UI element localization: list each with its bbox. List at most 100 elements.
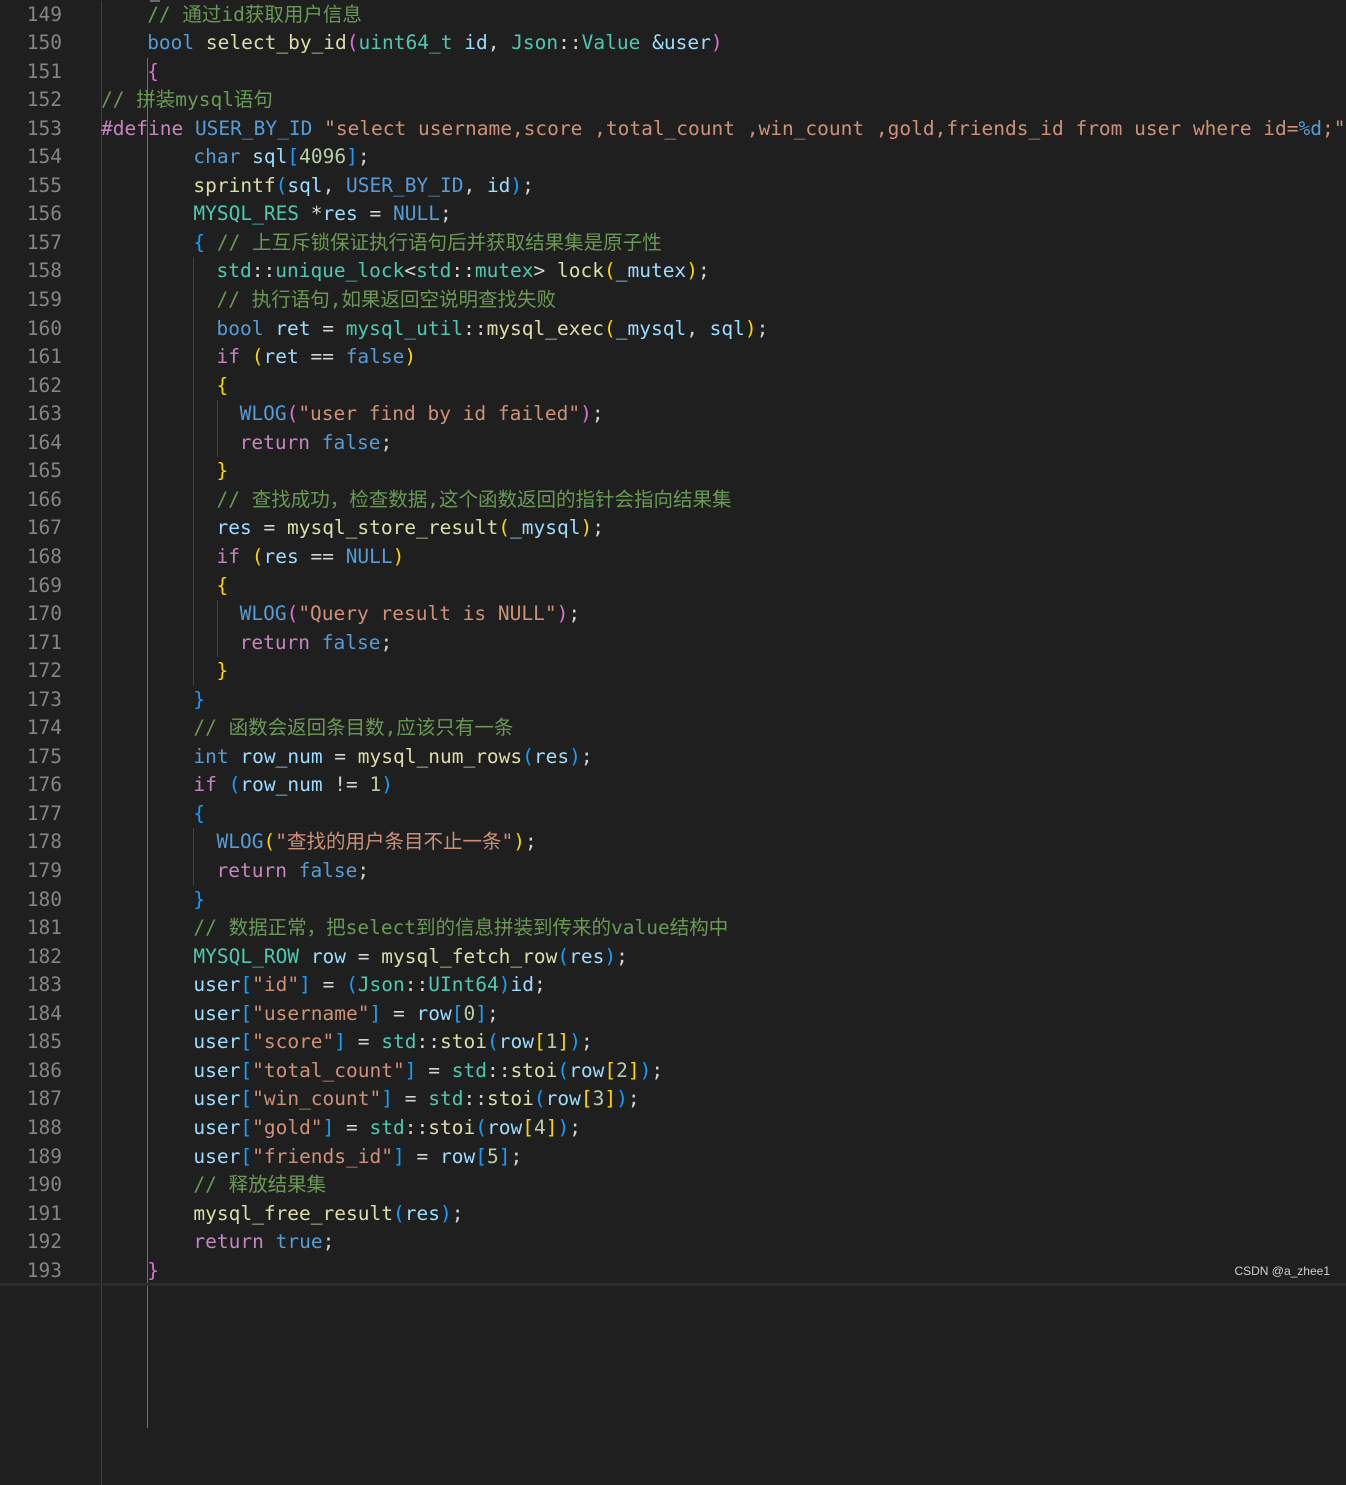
code-token: // 上互斥锁保证执行语句后并获取结果集是原子性 (217, 231, 662, 254)
code-token: sprintf (193, 174, 275, 197)
code-token: std (370, 1116, 405, 1139)
code-text: WLOG("Query result is NULL"); (240, 600, 581, 629)
code-token: } (193, 688, 205, 711)
code-line: 156MYSQL_RES *res = NULL; (0, 200, 1346, 229)
code-token: ; (581, 1030, 593, 1053)
code-editor[interactable]: 149// 通过id获取用户信息150bool select_by_id(uin… (0, 0, 1346, 1286)
code-text: std::unique_lock<std::mutex> lock(_mutex… (217, 257, 710, 286)
code-text: { (147, 58, 159, 87)
code-token: == (299, 345, 346, 368)
code-token (240, 545, 252, 568)
code-token: ; (487, 1002, 499, 1025)
code-token: ] (346, 145, 358, 168)
code-token: UInt64 (428, 973, 498, 996)
code-token: %d (1299, 117, 1322, 140)
code-token: id (464, 31, 487, 54)
code-line: 166// 查找成功，检查数据,这个函数返回的指针会指向结果集 (0, 486, 1346, 515)
code-text: WLOG("查找的用户条目不止一条"); (217, 828, 537, 857)
code-token: = (416, 1059, 451, 1082)
code-line: 152// 拼装mysql语句 (0, 86, 1346, 115)
code-token: user (193, 1002, 240, 1025)
code-text: user["id"] = (Json::UInt64)id; (193, 971, 545, 1000)
code-token: ; (381, 631, 393, 654)
line-number: 159 (0, 286, 62, 315)
code-token: "Query result is NULL" (298, 602, 556, 625)
code-line: 193} (0, 1257, 1346, 1286)
code-text: MYSQL_ROW row = mysql_fetch_row(res); (193, 943, 627, 972)
code-token: res (217, 516, 252, 539)
code-token: // 拼装mysql语句 (101, 88, 273, 111)
code-token: } (193, 888, 205, 911)
line-number: 163 (0, 400, 62, 429)
code-token: std (416, 259, 451, 282)
code-line: 154char sql[4096]; (0, 143, 1346, 172)
code-token: [ (287, 145, 299, 168)
code-token: 3 (593, 1087, 605, 1110)
line-number: 183 (0, 971, 62, 1000)
code-line: 159// 执行语句,如果返回空说明查找失败 (0, 286, 1346, 315)
code-text: if (row_num != 1) (193, 771, 393, 800)
code-token: res (569, 945, 604, 968)
code-token: ; (522, 174, 534, 197)
code-text: WLOG("user find by id failed"); (240, 400, 604, 429)
line-number: 174 (0, 714, 62, 743)
code-token: ; (581, 745, 593, 768)
code-line: 189user["friends_id"] = row[5]; (0, 1143, 1346, 1172)
code-token: ; (440, 202, 452, 225)
line-number: 157 (0, 229, 62, 258)
code-token: ; (651, 1059, 663, 1082)
code-token: if (193, 773, 216, 796)
code-token: ( (557, 945, 569, 968)
code-token: Json (358, 973, 405, 996)
code-token: [ (240, 1087, 252, 1110)
code-token: mysql_free_result (193, 1202, 393, 1225)
code-token: ( (534, 1087, 546, 1110)
line-number: 170 (0, 600, 62, 629)
code-token: ) (580, 402, 592, 425)
code-text: // 查找成功，检查数据,这个函数返回的指针会指向结果集 (217, 486, 732, 515)
line-number: 188 (0, 1114, 62, 1143)
line-number: 172 (0, 657, 62, 686)
line-number: 189 (0, 1143, 62, 1172)
code-token: :: (405, 973, 428, 996)
code-token: ret (263, 345, 298, 368)
code-token: ) (581, 516, 593, 539)
code-token (452, 31, 464, 54)
code-token: std (428, 1087, 463, 1110)
code-token: Value (582, 31, 641, 54)
code-line: 177{ (0, 800, 1346, 829)
code-token: user (664, 31, 711, 54)
code-line: 187user["win_count"] = std::stoi(row[3])… (0, 1085, 1346, 1114)
code-text: user["win_count"] = std::stoi(row[3]); (193, 1085, 639, 1114)
code-token: bool (217, 317, 264, 340)
code-line: 181// 数据正常，把select到的信息拼装到传来的value结构中 (0, 914, 1346, 943)
code-token: :: (463, 317, 486, 340)
code-text: #define USER_BY_ID "select username,scor… (101, 115, 1345, 144)
code-token: return (217, 859, 287, 882)
line-number: 158 (0, 257, 62, 286)
code-token: USER_BY_ID (195, 117, 312, 140)
code-text: int row_num = mysql_num_rows(res); (193, 743, 592, 772)
code-text: user["score"] = std::stoi(row[1]); (193, 1028, 592, 1057)
code-token: ) (404, 345, 416, 368)
code-token (205, 231, 217, 254)
code-token: std (452, 1059, 487, 1082)
code-token (310, 431, 322, 454)
code-token (194, 31, 206, 54)
code-line: 171return false; (0, 629, 1346, 658)
code-token: ; (534, 973, 546, 996)
code-line: 149// 通过id获取用户信息 (0, 1, 1346, 30)
code-token: ) (569, 745, 581, 768)
code-text: mysql_free_result(res); (193, 1200, 463, 1229)
code-text: user["username"] = row[0]; (193, 1000, 498, 1029)
code-token: user (193, 1116, 240, 1139)
code-token: // 释放结果集 (193, 1173, 326, 1196)
code-token: ] (546, 1116, 558, 1139)
code-token: ; (323, 1230, 335, 1253)
line-number: 181 (0, 914, 62, 943)
code-token: false (322, 431, 381, 454)
code-token: sql (710, 317, 745, 340)
code-line: 160bool ret = mysql_util::mysql_exec(_my… (0, 315, 1346, 344)
code-token: "user find by id failed" (298, 402, 580, 425)
code-token: ) (711, 31, 723, 54)
